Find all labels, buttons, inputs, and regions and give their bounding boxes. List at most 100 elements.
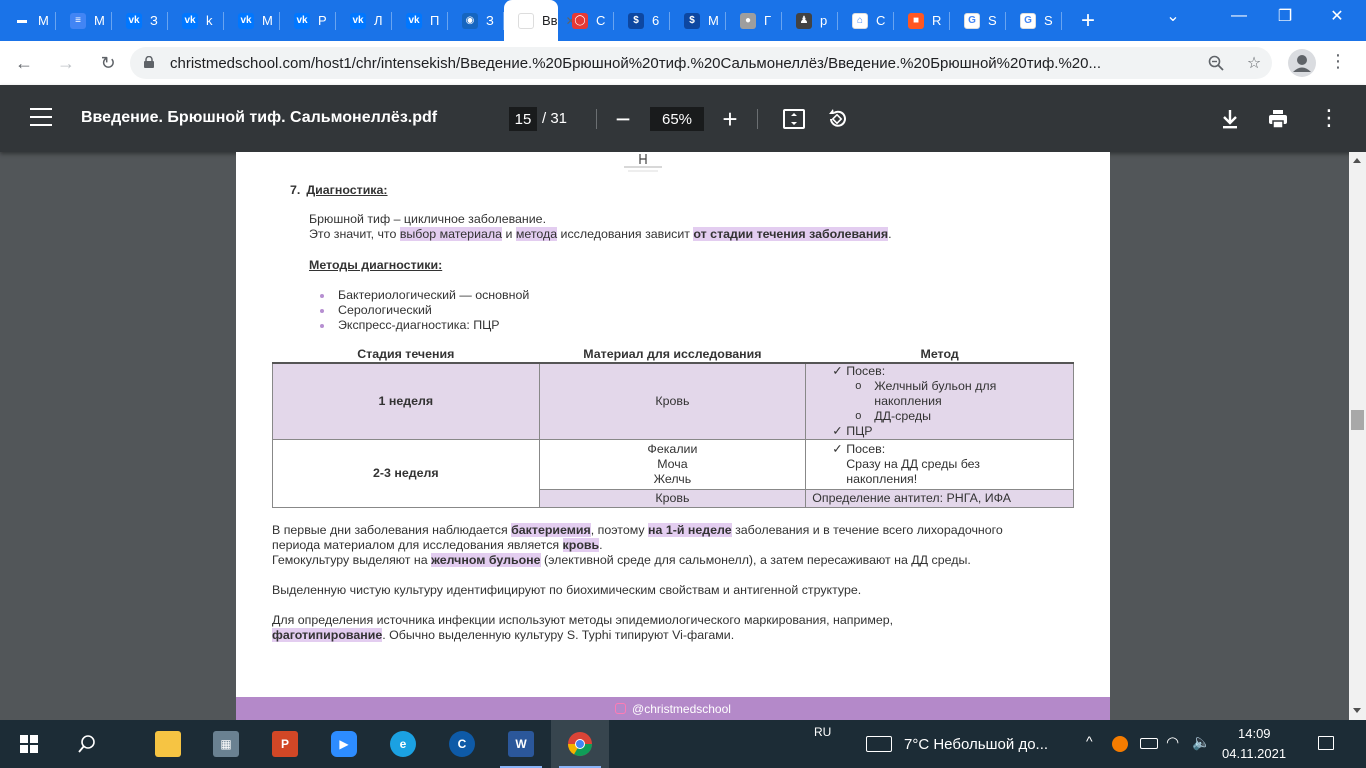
start-button[interactable] bbox=[0, 720, 58, 768]
page-icon bbox=[518, 12, 534, 29]
browser-tab[interactable]: vk Р bbox=[280, 0, 336, 41]
text-span: Фекалии bbox=[647, 442, 698, 456]
zoom-in-button[interactable]: + bbox=[715, 104, 745, 134]
list-item: Экспресс-диагностика: ПЦР bbox=[318, 318, 529, 333]
section-number: 7. bbox=[290, 183, 301, 197]
powerpoint-icon[interactable]: P bbox=[256, 720, 314, 768]
browser-tab[interactable]: ♟ р bbox=[782, 0, 838, 41]
browser-tab[interactable]: ≡ М bbox=[56, 0, 112, 41]
vk-icon: vk bbox=[350, 12, 366, 29]
vertical-scrollbar[interactable] bbox=[1349, 152, 1366, 720]
browser-tab[interactable]: Вв ✕ bbox=[504, 0, 576, 41]
diagnostics-table: Стадия течения Материал для исследования… bbox=[272, 346, 1074, 508]
page-number-input[interactable]: 15 bbox=[509, 107, 537, 131]
close-window-button[interactable]: ✕ bbox=[1314, 0, 1360, 32]
browser-tab[interactable]: vk k bbox=[168, 0, 224, 41]
scroll-thumb[interactable] bbox=[1351, 410, 1364, 430]
browser-tab[interactable]: $6 bbox=[614, 0, 670, 41]
table-cell: ✓ Посев: o Желчный бульон для накопления o… bbox=[805, 362, 1074, 440]
tab-label: Вв bbox=[542, 13, 558, 28]
zoom-icon[interactable] bbox=[1206, 53, 1226, 73]
zoom-out-button[interactable]: − bbox=[608, 104, 638, 134]
school-logo bbox=[624, 154, 662, 172]
browser-tab[interactable]: vk П bbox=[392, 0, 448, 41]
browser-tab[interactable]: ● Г bbox=[726, 0, 782, 41]
browser-tab[interactable]: ◯ С bbox=[558, 0, 614, 41]
pdf-toolbar: Введение. Брюшной тиф. Сальмонеллёз.pdf … bbox=[0, 85, 1366, 152]
tab-label: С bbox=[596, 13, 606, 28]
pdf-menu-icon[interactable] bbox=[30, 108, 52, 128]
more-options-icon[interactable]: ⋮ bbox=[1318, 105, 1340, 131]
avast-icon[interactable] bbox=[1112, 736, 1128, 752]
tab-search-icon[interactable]: ⌄ bbox=[1150, 0, 1196, 32]
browser-tab[interactable]: GS bbox=[1006, 0, 1062, 41]
zoom-input[interactable]: 65% bbox=[650, 107, 704, 131]
fit-page-icon[interactable] bbox=[782, 107, 806, 131]
scroll-down-icon[interactable] bbox=[1353, 708, 1361, 713]
tray-expand-icon[interactable]: ^ bbox=[1086, 733, 1093, 749]
chrome-icon[interactable] bbox=[551, 720, 609, 768]
rotate-icon[interactable] bbox=[825, 107, 849, 131]
section-title: Диагностика: bbox=[306, 183, 388, 197]
table-header: Материал для исследования bbox=[539, 346, 806, 364]
maximize-button[interactable]: ❐ bbox=[1262, 0, 1308, 32]
forward-button[interactable]: → bbox=[48, 45, 84, 81]
calculator-icon[interactable]: ▦ bbox=[197, 720, 255, 768]
back-button[interactable]: ← bbox=[6, 45, 42, 81]
text-span: накопления bbox=[874, 394, 942, 408]
browser-tab[interactable]: vk Л bbox=[336, 0, 392, 41]
word-icon[interactable]: W bbox=[492, 720, 550, 768]
text-span: накопления! bbox=[846, 472, 918, 486]
clock-date[interactable]: 04.11.2021 bbox=[1222, 746, 1286, 761]
browser-tab[interactable]: GS bbox=[950, 0, 1006, 41]
vk-icon: vk bbox=[126, 12, 142, 29]
browser-tab[interactable]: ▬ М bbox=[0, 0, 56, 41]
list-item: Серологический bbox=[318, 303, 529, 318]
new-tab-button[interactable]: + bbox=[1068, 0, 1108, 41]
reload-button[interactable]: ↻ bbox=[90, 45, 126, 81]
clock-time[interactable]: 14:09 bbox=[1238, 726, 1271, 741]
highlight: выбор материала bbox=[399, 227, 503, 241]
scroll-up-icon[interactable] bbox=[1353, 158, 1361, 163]
battery-icon[interactable] bbox=[1140, 738, 1158, 749]
highlight: фаготипирование bbox=[272, 628, 383, 642]
check-icon: ✓ bbox=[832, 424, 843, 438]
pdf-page: 7. Диагностика: Брюшной тиф – цикличное з… bbox=[236, 152, 1110, 720]
tab-label: М bbox=[262, 13, 273, 28]
person-icon: ♟ bbox=[796, 12, 812, 29]
profile-avatar[interactable] bbox=[1288, 49, 1316, 77]
tab-label: М bbox=[38, 13, 49, 28]
text-span: Желчь bbox=[653, 472, 692, 486]
methods-heading: Методы диагностики: bbox=[309, 258, 443, 272]
address-bar[interactable]: christmedschool.com/host1/chr/intensekis… bbox=[130, 47, 1272, 79]
browser-tab[interactable]: vk М bbox=[224, 0, 280, 41]
browser-tab[interactable]: $ М bbox=[670, 0, 726, 41]
bookmark-star-icon[interactable]: ☆ bbox=[1244, 53, 1264, 73]
language-indicator[interactable]: RU bbox=[814, 725, 831, 739]
zoom-app-icon[interactable]: ▶ bbox=[315, 720, 373, 768]
browser-tab[interactable]: ◉ З bbox=[448, 0, 504, 41]
volume-icon[interactable]: 🔈 bbox=[1192, 733, 1211, 751]
wifi-icon[interactable]: ◠ bbox=[1166, 733, 1179, 751]
browser-tab[interactable]: ■ R bbox=[894, 0, 950, 41]
text-span: Моча bbox=[657, 457, 688, 471]
weather-widget[interactable]: 7°C Небольшой до... bbox=[904, 736, 1048, 753]
file-explorer-icon[interactable] bbox=[139, 720, 197, 768]
download-icon[interactable] bbox=[1218, 107, 1242, 131]
tab-label: М bbox=[708, 13, 719, 28]
browser-tab[interactable]: vk З bbox=[112, 0, 168, 41]
print-icon[interactable] bbox=[1266, 107, 1290, 131]
tab-label: М bbox=[94, 13, 105, 28]
edge-icon[interactable]: e bbox=[374, 720, 432, 768]
windows-taskbar: ▦ P ▶ e C W RU 7°C Небольшой до... ^ ◠ 🔈… bbox=[0, 720, 1366, 768]
minimize-button[interactable]: — bbox=[1216, 0, 1262, 32]
browser-menu-icon[interactable]: ⋮ bbox=[1328, 51, 1348, 72]
search-icon[interactable] bbox=[58, 720, 116, 768]
news-icon[interactable] bbox=[866, 736, 892, 752]
c-app-icon[interactable]: C bbox=[433, 720, 491, 768]
browser-tab[interactable]: ⌂ С bbox=[838, 0, 894, 41]
pdf-title: Введение. Брюшной тиф. Сальмонеллёз.pdf bbox=[81, 109, 438, 126]
highlight: на 1-й неделе bbox=[648, 523, 732, 537]
notifications-icon[interactable] bbox=[1318, 736, 1334, 750]
tab-label: З bbox=[150, 13, 158, 28]
